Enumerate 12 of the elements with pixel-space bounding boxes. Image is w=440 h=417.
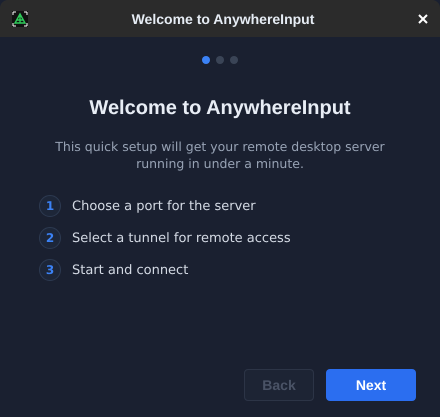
window-title: Welcome to AnywhereInput [130, 10, 316, 26]
description: This quick setup will get your remote desktop server running in under a minute. [55, 138, 385, 172]
step-number: 1 [39, 195, 61, 217]
step-number: 2 [39, 227, 61, 249]
close-icon[interactable] [418, 14, 428, 24]
next-button[interactable]: Next [326, 369, 416, 401]
app-icon [12, 10, 28, 26]
step-label: Select a tunnel for remote access [72, 230, 291, 246]
heading: Welcome to AnywhereInput [89, 97, 351, 120]
step-number: 3 [39, 259, 61, 281]
step-label: Choose a port for the server [72, 198, 256, 214]
step-label: Start and connect [72, 262, 188, 278]
